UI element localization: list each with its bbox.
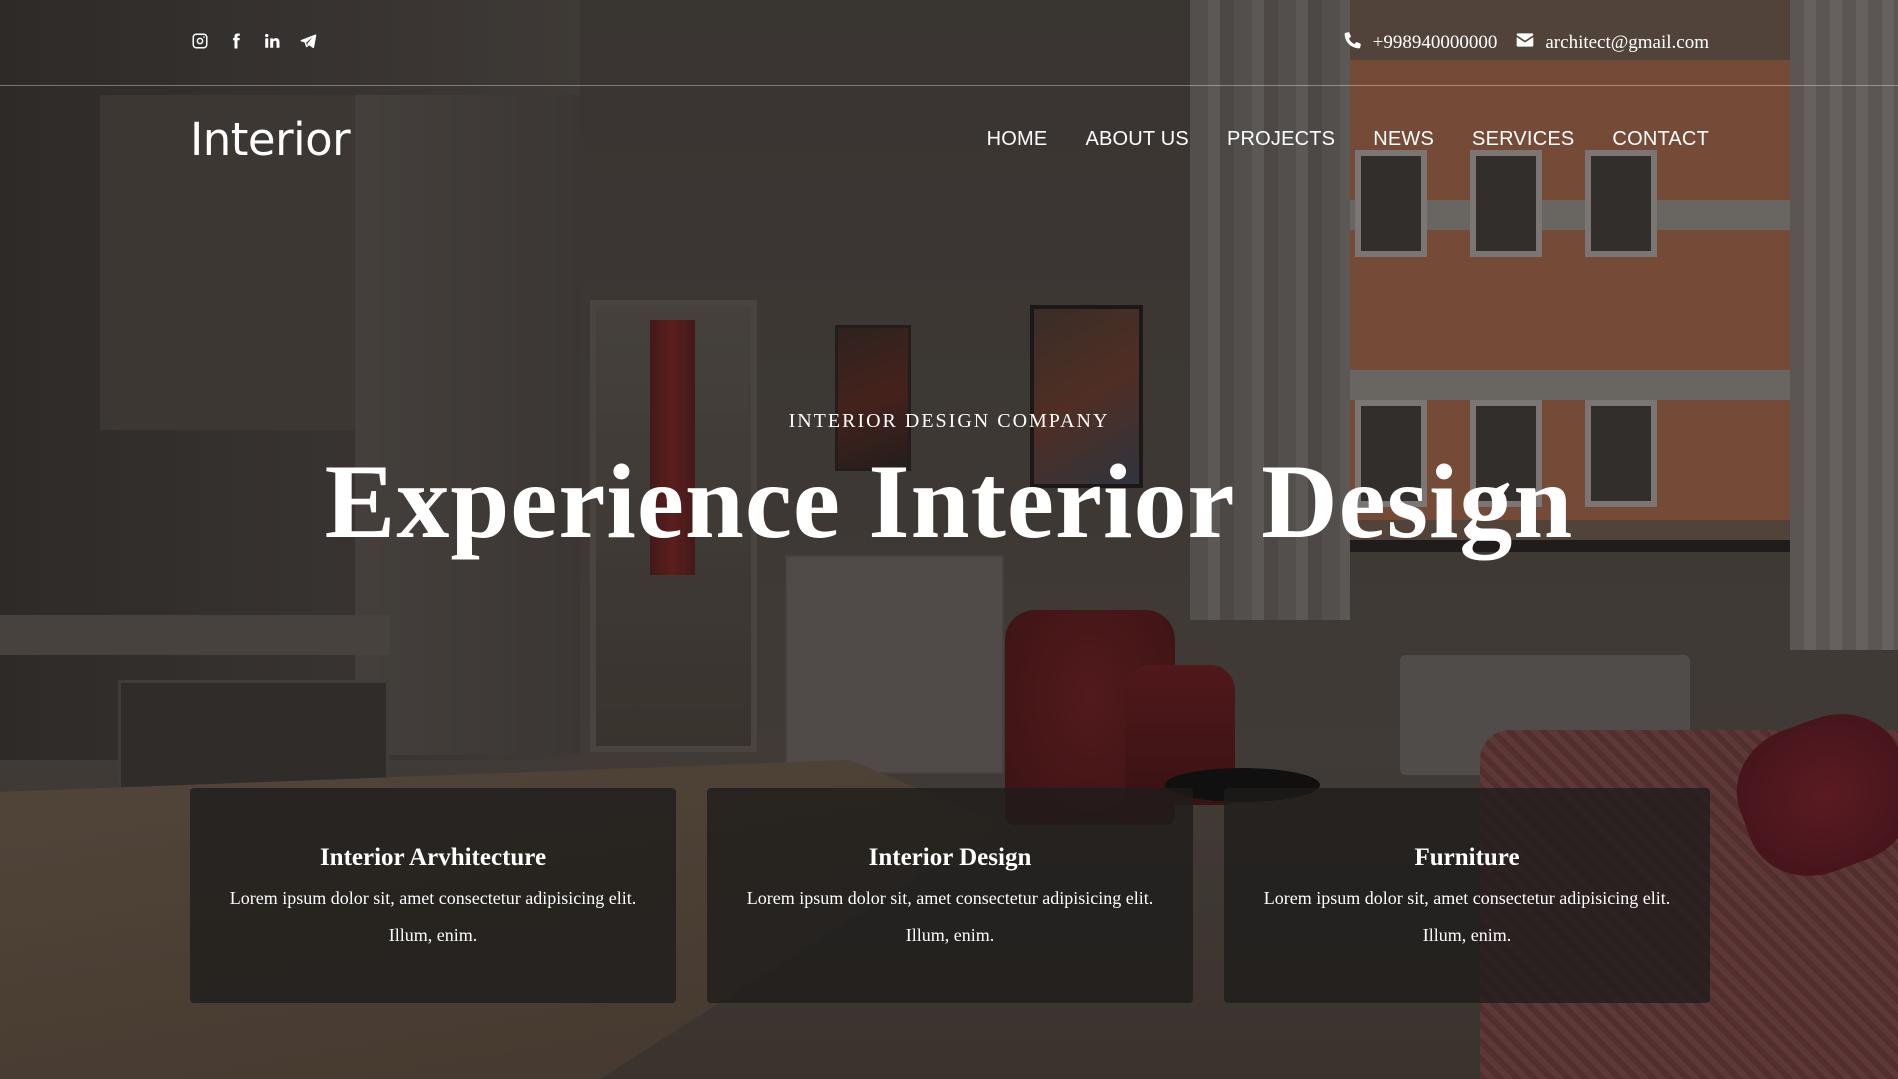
email-contact[interactable]: architect@gmail.com bbox=[1515, 30, 1709, 56]
service-card-title: Interior Design bbox=[868, 844, 1032, 871]
phone-number: +998940000000 bbox=[1372, 32, 1498, 53]
service-card-text: Lorem ipsum dolor sit, amet consectetur … bbox=[1263, 888, 1671, 945]
linkedin-icon[interactable] bbox=[262, 31, 282, 51]
hero-title: Experience Interior Design bbox=[324, 443, 1574, 560]
phone-contact[interactable]: +998940000000 bbox=[1343, 30, 1498, 56]
nav-about-us[interactable]: ABOUT US bbox=[1085, 128, 1188, 151]
service-card-text: Lorem ipsum dolor sit, amet consectetur … bbox=[229, 888, 637, 945]
nav-services[interactable]: SERVICES bbox=[1472, 128, 1574, 151]
service-card-architecture: Interior Arvhitecture Lorem ipsum dolor … bbox=[190, 788, 676, 1003]
top-bar: +998940000000 architect@gmail.com bbox=[0, 0, 1898, 86]
email-address: architect@gmail.com bbox=[1545, 32, 1709, 53]
contact-info: +998940000000 architect@gmail.com bbox=[1343, 30, 1709, 56]
nav-news[interactable]: NEWS bbox=[1373, 128, 1434, 151]
service-card-design: Interior Design Lorem ipsum dolor sit, a… bbox=[707, 788, 1193, 1003]
instagram-icon[interactable] bbox=[190, 31, 210, 51]
facebook-icon[interactable] bbox=[226, 31, 246, 51]
telegram-icon[interactable] bbox=[298, 31, 318, 51]
phone-icon bbox=[1343, 30, 1363, 56]
service-card-title: Interior Arvhitecture bbox=[319, 844, 547, 871]
envelope-icon bbox=[1515, 30, 1535, 56]
social-links bbox=[190, 31, 318, 51]
service-cards: Interior Arvhitecture Lorem ipsum dolor … bbox=[190, 788, 1710, 1003]
nav-contact[interactable]: CONTACT bbox=[1612, 128, 1709, 151]
service-card-title: Furniture bbox=[1414, 844, 1520, 871]
main-navigation: HOME ABOUT US PROJECTS NEWS SERVICES CON… bbox=[987, 128, 1709, 151]
nav-home[interactable]: HOME bbox=[987, 128, 1048, 151]
hero-subtitle: INTERIOR DESIGN COMPANY bbox=[788, 410, 1110, 432]
nav-projects[interactable]: PROJECTS bbox=[1227, 128, 1335, 151]
service-card-text: Lorem ipsum dolor sit, amet consectetur … bbox=[746, 888, 1154, 945]
site-logo[interactable]: Interior bbox=[190, 113, 351, 166]
service-card-furniture: Furniture Lorem ipsum dolor sit, amet co… bbox=[1224, 788, 1710, 1003]
